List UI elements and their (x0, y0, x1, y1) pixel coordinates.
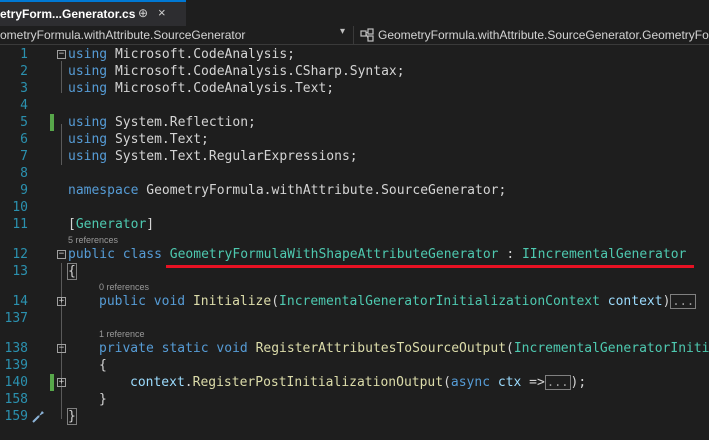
line-number: 158 (4, 392, 28, 407)
code-line: 12 − public class GeometryFormulaWithSha… (0, 246, 709, 263)
code-text: private static void RegisterAttributesTo… (99, 341, 709, 356)
code-text: namespace GeometryFormula.withAttribute.… (68, 183, 507, 198)
line-number: 11 (12, 217, 28, 232)
line-number: 137 (4, 311, 28, 326)
line-number: 7 (20, 149, 28, 164)
code-text: using Microsoft.CodeAnalysis; (68, 47, 295, 62)
collapse-icon[interactable]: − (57, 344, 66, 353)
project-dropdown[interactable]: ometryFormula.withAttribute.SourceGenera… (0, 26, 354, 44)
code-line: 158 } (0, 391, 709, 408)
type-name: GeometryFormula.withAttribute.SourceGene… (378, 28, 709, 42)
line-number: 3 (20, 81, 28, 96)
project-name: ometryFormula.withAttribute.SourceGenera… (0, 28, 246, 42)
code-text: using Microsoft.CodeAnalysis.CSharp.Synt… (68, 64, 405, 79)
code-text: { (67, 263, 77, 280)
code-text: { (99, 358, 107, 373)
line-number: 1 (20, 47, 28, 62)
line-number: 159 (4, 409, 28, 424)
code-text: using Microsoft.CodeAnalysis.Text; (68, 81, 335, 96)
code-text: } (67, 408, 77, 425)
code-line: 139 { (0, 357, 709, 374)
code-line: 14 + public void Initialize(IncrementalG… (0, 293, 709, 310)
code-line: 159 } (0, 408, 709, 425)
code-line: 10 (0, 199, 709, 216)
pin-icon[interactable]: ⊕ (138, 6, 148, 20)
collapsed-block[interactable]: ... (670, 294, 697, 309)
line-number: 9 (20, 183, 28, 198)
type-dropdown[interactable]: GeometryFormula.withAttribute.SourceGene… (358, 26, 709, 44)
line-number: 10 (12, 200, 28, 215)
code-line: 137 (0, 310, 709, 327)
expand-icon[interactable]: + (57, 297, 66, 306)
line-number: 5 (20, 115, 28, 130)
code-text: context.RegisterPostInitializationOutput… (130, 375, 587, 390)
collapse-icon[interactable]: − (57, 250, 66, 259)
code-text: using System.Reflection; (68, 115, 256, 130)
code-text: using System.Text; (68, 132, 209, 147)
code-line: 7 using System.Text.RegularExpressions; (0, 148, 709, 165)
line-number: 4 (20, 98, 28, 113)
line-number: 139 (4, 358, 28, 373)
line-number: 140 (4, 375, 28, 390)
code-text: [Generator] (68, 217, 155, 232)
expand-icon[interactable]: + (57, 378, 66, 387)
code-line: 5 using System.Reflection; (0, 114, 709, 131)
line-number: 138 (4, 341, 28, 356)
code-line: 6 using System.Text; (0, 131, 709, 148)
red-underline-annotation (166, 265, 694, 268)
code-line: 140 + context.RegisterPostInitialization… (0, 374, 709, 391)
close-icon[interactable]: × (158, 5, 166, 20)
line-number: 2 (20, 64, 28, 79)
line-number: 6 (20, 132, 28, 147)
chevron-down-icon[interactable]: ▾ (340, 26, 345, 37)
line-number: 8 (20, 166, 28, 181)
code-line: 11 [Generator] (0, 216, 709, 233)
code-line: 1 − using Microsoft.CodeAnalysis; (0, 46, 709, 63)
screwdriver-icon[interactable] (31, 409, 46, 424)
codelens-references[interactable]: 5 references (68, 233, 118, 247)
tab-geometry-formula-generator[interactable]: etryForm...Generator.cs ⊕ × (0, 0, 186, 26)
code-line: 2 using Microsoft.CodeAnalysis.CSharp.Sy… (0, 63, 709, 80)
navigation-bar: ometryFormula.withAttribute.SourceGenera… (0, 26, 709, 45)
code-editor[interactable]: 1 − using Microsoft.CodeAnalysis; 2 usin… (0, 44, 709, 440)
code-text: using System.Text.RegularExpressions; (68, 149, 358, 164)
tab-title: etryForm...Generator.cs (0, 7, 136, 21)
collapse-icon[interactable]: − (57, 50, 66, 59)
line-number: 14 (12, 294, 28, 309)
code-line: 8 (0, 165, 709, 182)
document-tab-bar: etryForm...Generator.cs ⊕ × (0, 0, 709, 28)
code-line: 4 (0, 97, 709, 114)
code-line: 138 − private static void RegisterAttrib… (0, 340, 709, 357)
code-text: public class GeometryFormulaWithShapeAtt… (68, 247, 687, 262)
codelens-references[interactable]: 1 reference (99, 327, 145, 341)
collapsed-block[interactable]: ... (544, 375, 571, 390)
code-text: } (99, 392, 107, 407)
codelens-references[interactable]: 0 references (99, 280, 149, 294)
line-number: 13 (12, 264, 28, 279)
code-text: public void Initialize(IncrementalGenera… (99, 294, 697, 309)
line-number: 12 (12, 247, 28, 262)
class-icon (360, 28, 374, 42)
code-line: 3 using Microsoft.CodeAnalysis.Text; (0, 80, 709, 97)
code-line: 9 namespace GeometryFormula.withAttribut… (0, 182, 709, 199)
